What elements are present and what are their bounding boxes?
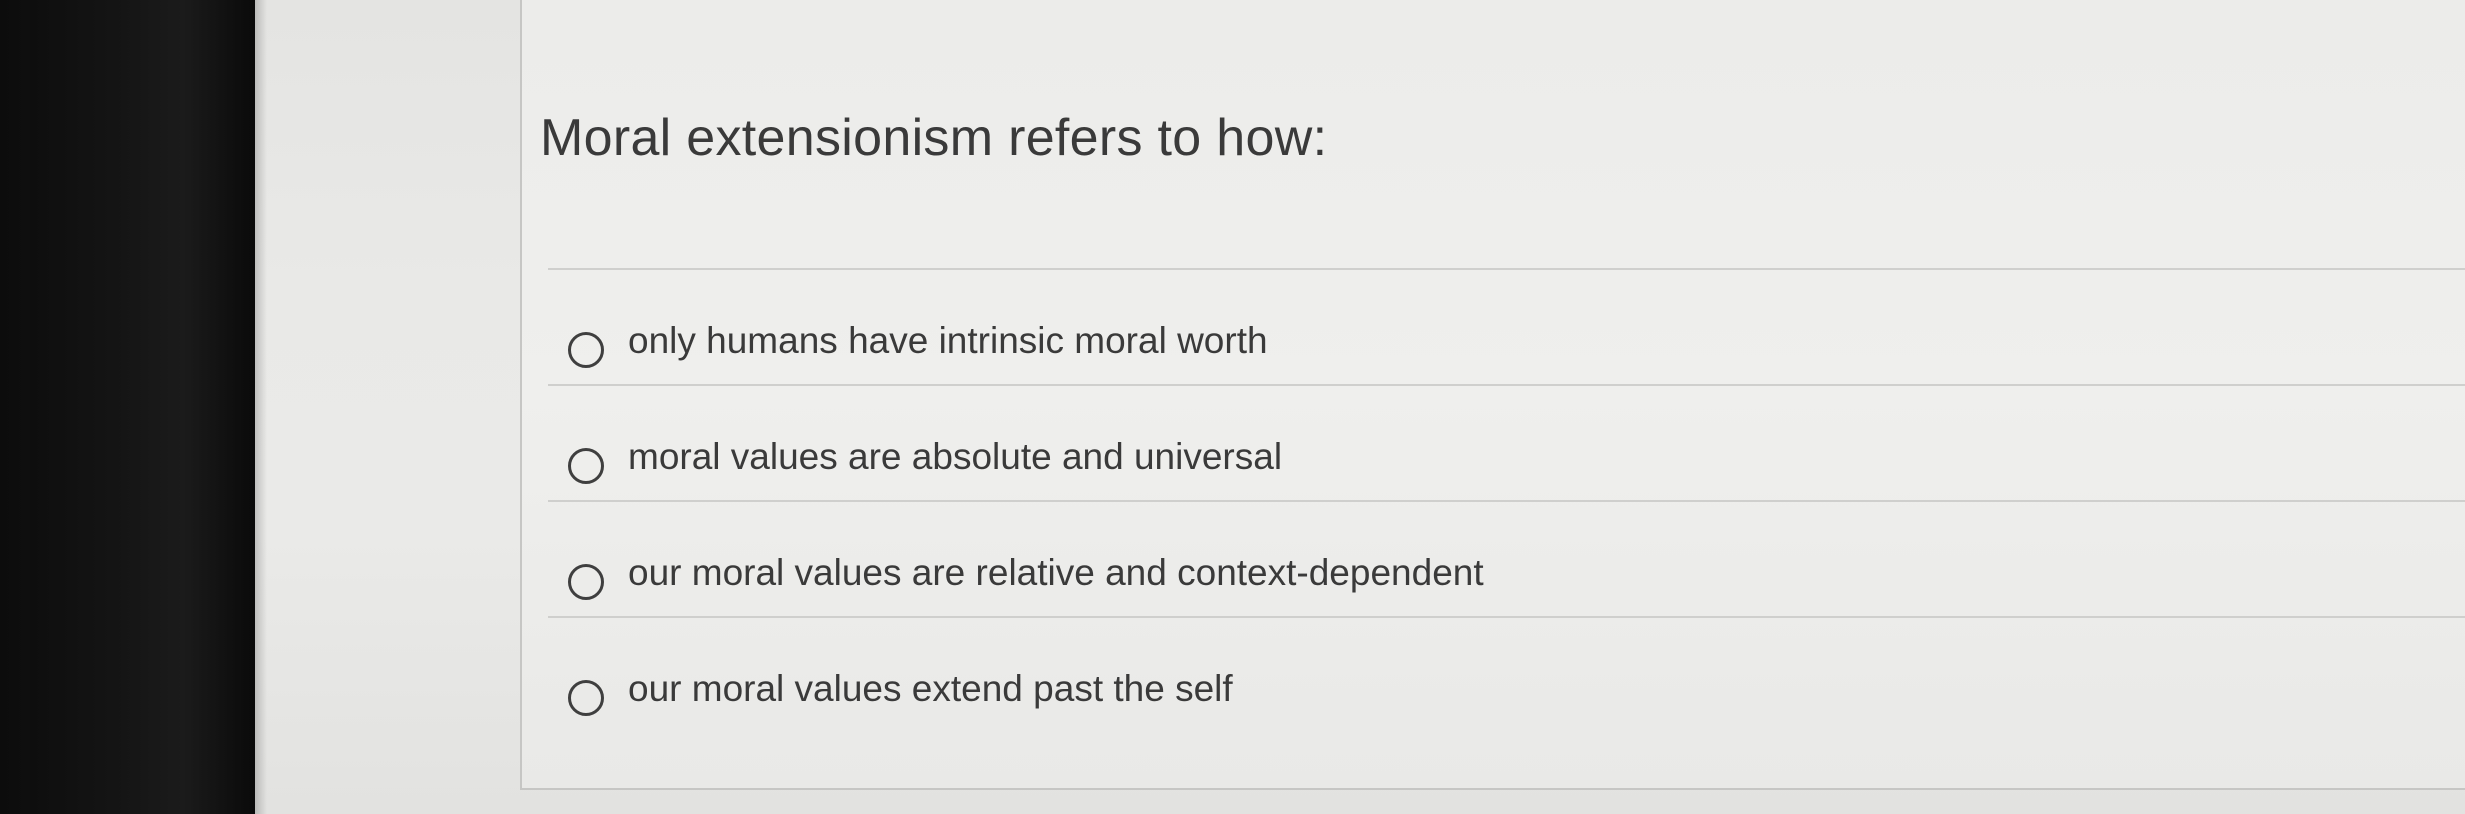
radio-button-icon[interactable] (568, 564, 604, 600)
radio-button-icon[interactable] (568, 448, 604, 484)
answer-option-label[interactable]: our moral values are relative and contex… (628, 552, 1484, 594)
radio-button-icon[interactable] (568, 680, 604, 716)
answer-option-label[interactable]: moral values are absolute and universal (628, 436, 1282, 478)
answer-option-label[interactable]: our moral values extend past the self (628, 668, 1233, 710)
monitor-bezel (0, 0, 255, 814)
answer-options: only humans have intrinsic moral worth m… (548, 268, 2465, 732)
answer-option-1[interactable]: only humans have intrinsic moral worth (548, 270, 2465, 386)
question-prompt: Moral extensionism refers to how: (540, 109, 1328, 167)
radio-button-icon[interactable] (568, 332, 604, 368)
answer-option-label[interactable]: only humans have intrinsic moral worth (628, 320, 1268, 362)
answer-option-2[interactable]: moral values are absolute and universal (548, 386, 2465, 502)
screen-edge-shadow (255, 0, 267, 814)
answer-option-3[interactable]: our moral values are relative and contex… (548, 502, 2465, 618)
answer-option-4[interactable]: our moral values extend past the self (548, 618, 2465, 732)
